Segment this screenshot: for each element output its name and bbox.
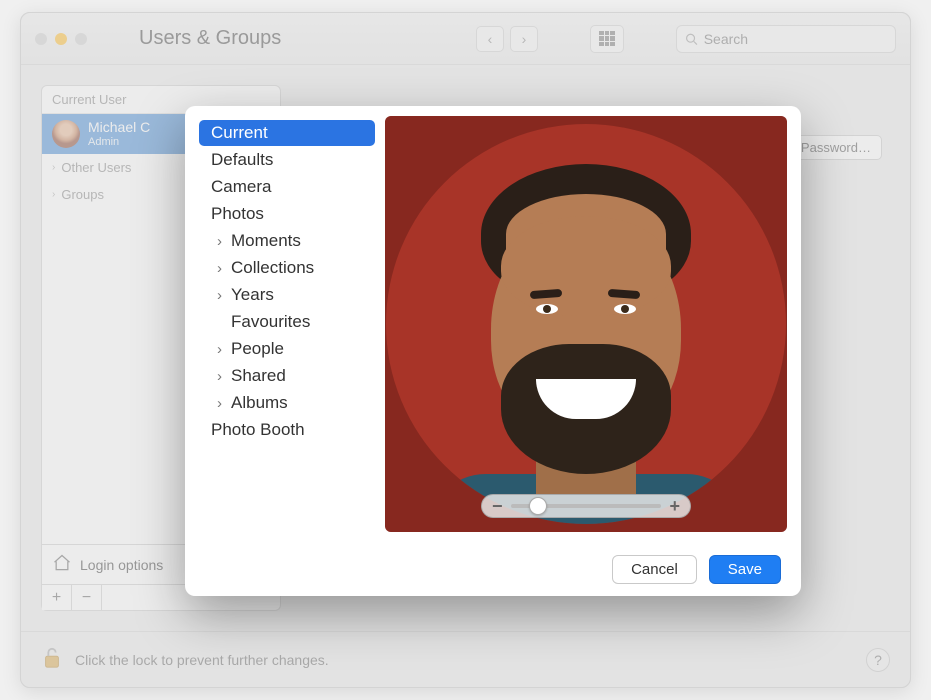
dialog-footer: Cancel Save [185,542,801,596]
search-field[interactable] [676,25,896,53]
zoom-in-icon[interactable]: + [669,497,680,515]
titlebar: Users & Groups ‹ › [21,13,910,65]
forward-button[interactable]: › [510,26,538,52]
source-defaults[interactable]: Defaults [199,147,375,173]
preview-pane: − + [385,106,801,542]
window-title: Users & Groups [139,27,281,50]
zoom-track[interactable] [511,504,662,508]
source-people[interactable]: People [199,336,375,362]
save-button[interactable]: Save [709,555,781,584]
photo-crop-frame[interactable]: − + [385,116,787,532]
other-users-label: Other Users [61,160,131,175]
source-favourites[interactable]: Favourites [199,309,375,335]
source-years[interactable]: Years [199,282,375,308]
source-camera[interactable]: Camera [199,174,375,200]
chevron-right-icon: › [52,162,55,173]
source-photo-booth[interactable]: Photo Booth [199,417,375,443]
add-user-button[interactable]: + [42,585,72,610]
help-button[interactable]: ? [866,648,890,672]
avatar-icon [52,120,80,148]
close-window-button[interactable] [35,33,47,45]
lock-text: Click the lock to prevent further change… [75,652,329,668]
source-shared[interactable]: Shared [199,363,375,389]
source-photos[interactable]: Photos [199,201,375,227]
search-icon [685,32,698,46]
user-name: Michael C [88,120,150,135]
show-all-button[interactable] [590,25,624,53]
window-footer: Click the lock to prevent further change… [21,631,910,687]
zoom-out-icon[interactable]: − [492,497,503,515]
chevron-right-icon: › [52,189,55,200]
window-controls [35,33,87,45]
groups-label: Groups [61,187,104,202]
lock-icon[interactable] [41,645,63,674]
picture-picker-dialog: Current Defaults Camera Photos Moments C… [185,106,801,596]
source-list: Current Defaults Camera Photos Moments C… [185,106,385,542]
search-input[interactable] [704,31,887,47]
back-button[interactable]: ‹ [476,26,504,52]
source-albums[interactable]: Albums [199,390,375,416]
grid-icon [599,31,615,47]
user-role: Admin [88,136,150,148]
login-options-label: Login options [80,557,163,573]
dialog-body: Current Defaults Camera Photos Moments C… [185,106,801,542]
zoom-thumb[interactable] [529,497,547,515]
zoom-window-button[interactable] [75,33,87,45]
cancel-button[interactable]: Cancel [612,555,697,584]
remove-user-button[interactable]: − [72,585,102,610]
house-icon [52,553,72,576]
zoom-slider[interactable]: − + [481,494,691,518]
source-collections[interactable]: Collections [199,255,375,281]
source-current[interactable]: Current [199,120,375,146]
photo-circle-mask [386,124,786,524]
nav-buttons: ‹ › [476,26,538,52]
minimize-window-button[interactable] [55,33,67,45]
source-moments[interactable]: Moments [199,228,375,254]
